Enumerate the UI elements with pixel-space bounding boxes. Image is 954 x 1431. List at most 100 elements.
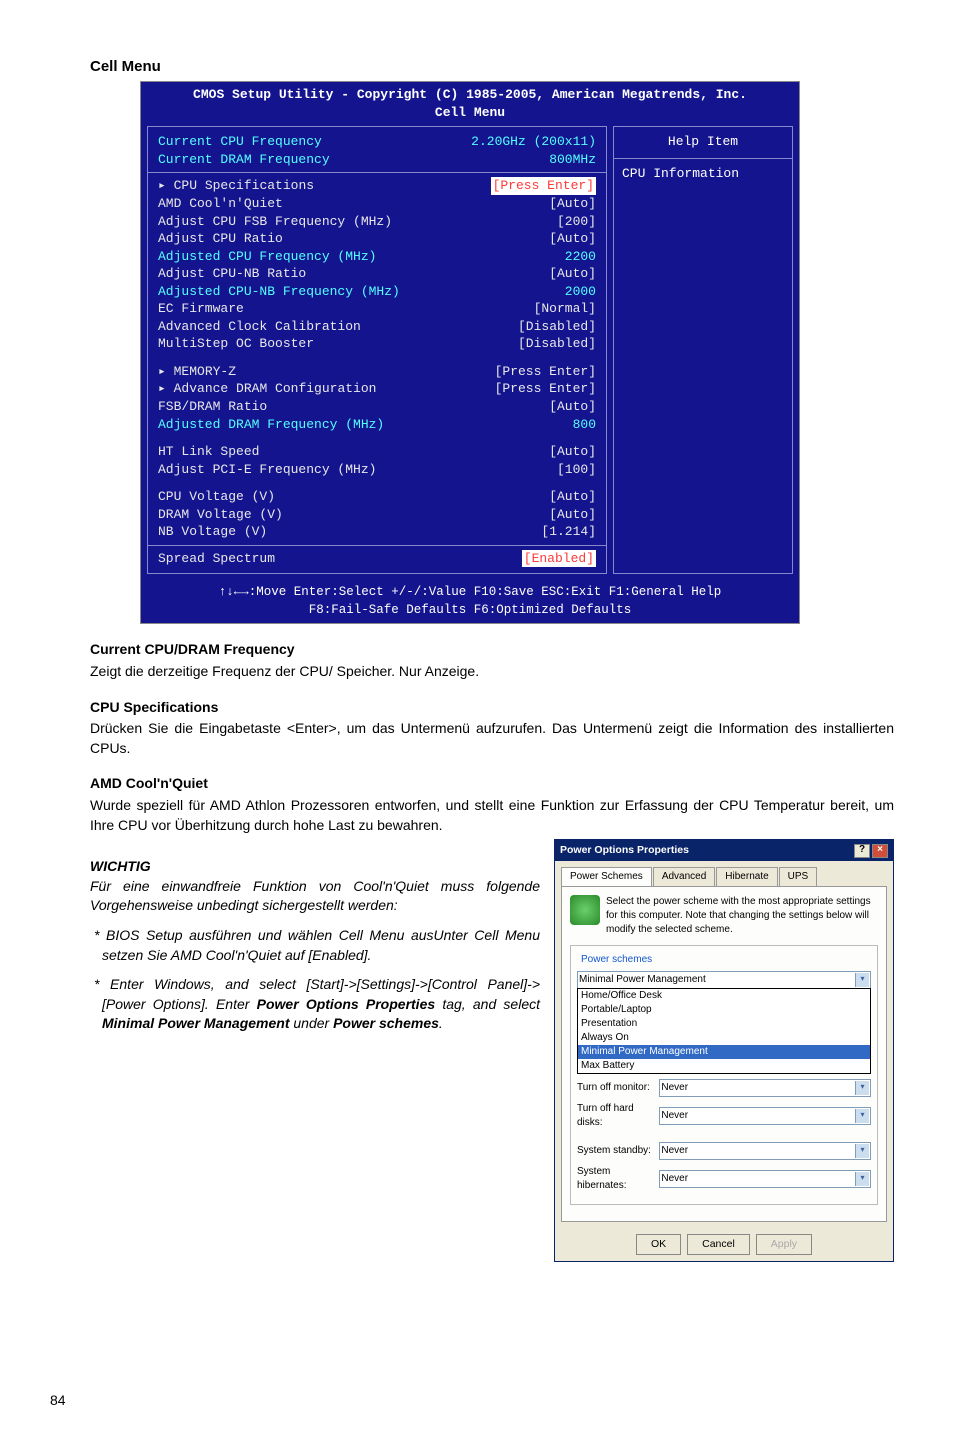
- scheme-option[interactable]: Always On: [578, 1031, 870, 1045]
- scheme-option[interactable]: Home/Office Desk: [578, 989, 870, 1003]
- legend-power-schemes: Power schemes: [579, 953, 654, 967]
- scheme-select[interactable]: Minimal Power Management ▾: [577, 971, 871, 989]
- bios-row-value: [100]: [557, 461, 596, 479]
- standby-value: Never: [661, 1144, 688, 1158]
- bios-row-label: DRAM Voltage (V): [158, 506, 283, 524]
- bios-row-label: ▸ Advance DRAM Configuration: [158, 380, 376, 398]
- bios-row[interactable]: Spread Spectrum[Enabled]: [158, 550, 596, 568]
- bios-row-label: Current CPU Frequency: [158, 133, 322, 151]
- bios-row-label: HT Link Speed: [158, 443, 259, 461]
- bios-row-label: Adjusted DRAM Frequency (MHz): [158, 416, 384, 434]
- bios-row[interactable]: Adjusted CPU Frequency (MHz) 2200: [158, 248, 596, 266]
- bios-row-value: [Disabled]: [518, 318, 596, 336]
- hd-select[interactable]: Never ▾: [659, 1107, 871, 1125]
- bios-row[interactable]: AMD Cool'n'Quiet [Auto]: [158, 195, 596, 213]
- chevron-down-icon[interactable]: ▾: [855, 1109, 869, 1123]
- bios-row[interactable]: NB Voltage (V) [1.214]: [158, 523, 596, 541]
- bios-row-label: Spread Spectrum: [158, 550, 275, 568]
- tab-ups[interactable]: UPS: [779, 867, 818, 886]
- bios-row-label: Adjust PCI-E Frequency (MHz): [158, 461, 376, 479]
- text-current-freq: Zeigt die derzeitige Frequenz der CPU/ S…: [90, 662, 894, 682]
- bios-row[interactable]: Adjusted DRAM Frequency (MHz)800: [158, 416, 596, 434]
- bios-row[interactable]: Current DRAM Frequency800MHz: [158, 151, 596, 169]
- bios-row[interactable]: Adjust CPU FSB Frequency (MHz)[200]: [158, 213, 596, 231]
- bios-row-label: NB Voltage (V): [158, 523, 267, 541]
- bios-row-label: ▸ MEMORY-Z: [158, 363, 236, 381]
- bios-row[interactable]: Adjusted CPU-NB Frequency (MHz)2000: [158, 283, 596, 301]
- label-monitor: Turn off monitor:: [577, 1081, 659, 1095]
- bios-row-value: [1.214]: [541, 523, 596, 541]
- power-options-dialog: Power Options Properties ? × Power Schem…: [554, 839, 894, 1261]
- scheme-dropdown-list[interactable]: Home/Office DeskPortable/LaptopPresentat…: [577, 988, 871, 1074]
- bios-row[interactable]: FSB/DRAM Ratio [Auto]: [158, 398, 596, 416]
- text-wichtig-intro: Für eine einwandfreie Funktion von Cool'…: [90, 877, 540, 916]
- bios-row-label: FSB/DRAM Ratio: [158, 398, 267, 416]
- bios-row[interactable]: Adjust CPU-NB Ratio[Auto]: [158, 265, 596, 283]
- scheme-option[interactable]: Portable/Laptop: [578, 1003, 870, 1017]
- chevron-down-icon[interactable]: ▾: [855, 1144, 869, 1158]
- label-hibernate: System hibernates:: [577, 1165, 659, 1193]
- bios-row-label: Adjust CPU Ratio: [158, 230, 283, 248]
- bios-row[interactable]: ▸ Advance DRAM Configuration [Press Enter…: [158, 380, 596, 398]
- bios-row-value: 800MHz: [549, 151, 596, 169]
- heading-cpu-spec: CPU Specifications: [90, 698, 894, 718]
- dialog-panel: Select the power scheme with the most ap…: [561, 886, 887, 1222]
- bullet2-bold1: Power Options Properties: [257, 996, 436, 1012]
- monitor-select[interactable]: Never ▾: [659, 1079, 871, 1097]
- dialog-tabs: Power SchemesAdvancedHibernateUPS: [555, 861, 893, 886]
- bios-row-label: Adjusted CPU Frequency (MHz): [158, 248, 376, 266]
- power-icon: [570, 895, 600, 925]
- bios-row[interactable]: Current CPU Frequency2.20GHz (200x11): [158, 133, 596, 151]
- bios-footer-line2: F8:Fail-Safe Defaults F6:Optimized Defau…: [145, 602, 795, 620]
- bios-row[interactable]: ▸ MEMORY-Z [Press Enter]: [158, 363, 596, 381]
- bios-row-value: 2200: [565, 248, 596, 266]
- scheme-option[interactable]: Presentation: [578, 1017, 870, 1031]
- bullet2-mid2: under: [289, 1015, 333, 1031]
- heading-cell-menu: Cell Menu: [90, 56, 894, 77]
- bios-row-label: AMD Cool'n'Quiet: [158, 195, 283, 213]
- close-icon[interactable]: ×: [872, 844, 888, 858]
- hibernate-select[interactable]: Never ▾: [659, 1170, 871, 1188]
- bios-title: CMOS Setup Utility - Copyright (C) 1985-…: [141, 82, 799, 126]
- label-standby: System standby:: [577, 1144, 659, 1158]
- chevron-down-icon[interactable]: ▾: [855, 1172, 869, 1186]
- bios-footer: ↑↓←→:Move Enter:Select +/-/:Value F10:Sa…: [141, 580, 799, 623]
- bios-row-value: [Auto]: [549, 265, 596, 283]
- text-cpu-spec: Drücken Sie die Eingabetaste <Enter>, um…: [90, 719, 894, 758]
- bios-row[interactable]: DRAM Voltage (V)[Auto]: [158, 506, 596, 524]
- standby-select[interactable]: Never ▾: [659, 1142, 871, 1160]
- bios-row-value: [Press Enter]: [495, 380, 596, 398]
- bios-row[interactable]: HT Link Speed[Auto]: [158, 443, 596, 461]
- bios-row-label: MultiStep OC Booster: [158, 335, 314, 353]
- chevron-down-icon[interactable]: ▾: [855, 1081, 869, 1095]
- scheme-option[interactable]: Minimal Power Management: [578, 1045, 870, 1059]
- scheme-selected: Minimal Power Management: [579, 973, 706, 987]
- bullet-1: * BIOS Setup ausführen und wählen Cell M…: [90, 926, 540, 965]
- bios-row-value: [Auto]: [549, 488, 596, 506]
- cancel-button[interactable]: Cancel: [687, 1234, 750, 1255]
- help-icon[interactable]: ?: [854, 844, 870, 858]
- bios-row[interactable]: Adjust PCI-E Frequency (MHz) [100]: [158, 461, 596, 479]
- bios-row[interactable]: CPU Voltage (V) [Auto]: [158, 488, 596, 506]
- bios-row[interactable]: MultiStep OC Booster[Disabled]: [158, 335, 596, 353]
- hibernate-value: Never: [661, 1172, 688, 1186]
- tab-power-schemes[interactable]: Power Schemes: [561, 867, 652, 886]
- bios-row[interactable]: EC Firmware[Normal]: [158, 300, 596, 318]
- bios-row-label: CPU Voltage (V): [158, 488, 275, 506]
- ok-button[interactable]: OK: [636, 1234, 681, 1255]
- tab-hibernate[interactable]: Hibernate: [716, 867, 777, 886]
- dialog-titlebar[interactable]: Power Options Properties ? ×: [555, 840, 893, 861]
- apply-button[interactable]: Apply: [756, 1234, 812, 1255]
- bullet2-end: .: [439, 1015, 443, 1031]
- bios-row-value: [Press Enter]: [491, 177, 596, 195]
- bios-row[interactable]: Adjust CPU Ratio[Auto]: [158, 230, 596, 248]
- bios-row-value: [Press Enter]: [495, 363, 596, 381]
- bios-row-value: [Auto]: [549, 398, 596, 416]
- bios-row-label: Adjusted CPU-NB Frequency (MHz): [158, 283, 400, 301]
- bios-row[interactable]: ▸ CPU Specifications[Press Enter]: [158, 177, 596, 195]
- scheme-option[interactable]: Max Battery: [578, 1059, 870, 1073]
- bios-row[interactable]: Advanced Clock Calibration[Disabled]: [158, 318, 596, 336]
- tab-advanced[interactable]: Advanced: [653, 867, 715, 886]
- bios-row-value: [Auto]: [549, 195, 596, 213]
- chevron-down-icon[interactable]: ▾: [855, 973, 869, 987]
